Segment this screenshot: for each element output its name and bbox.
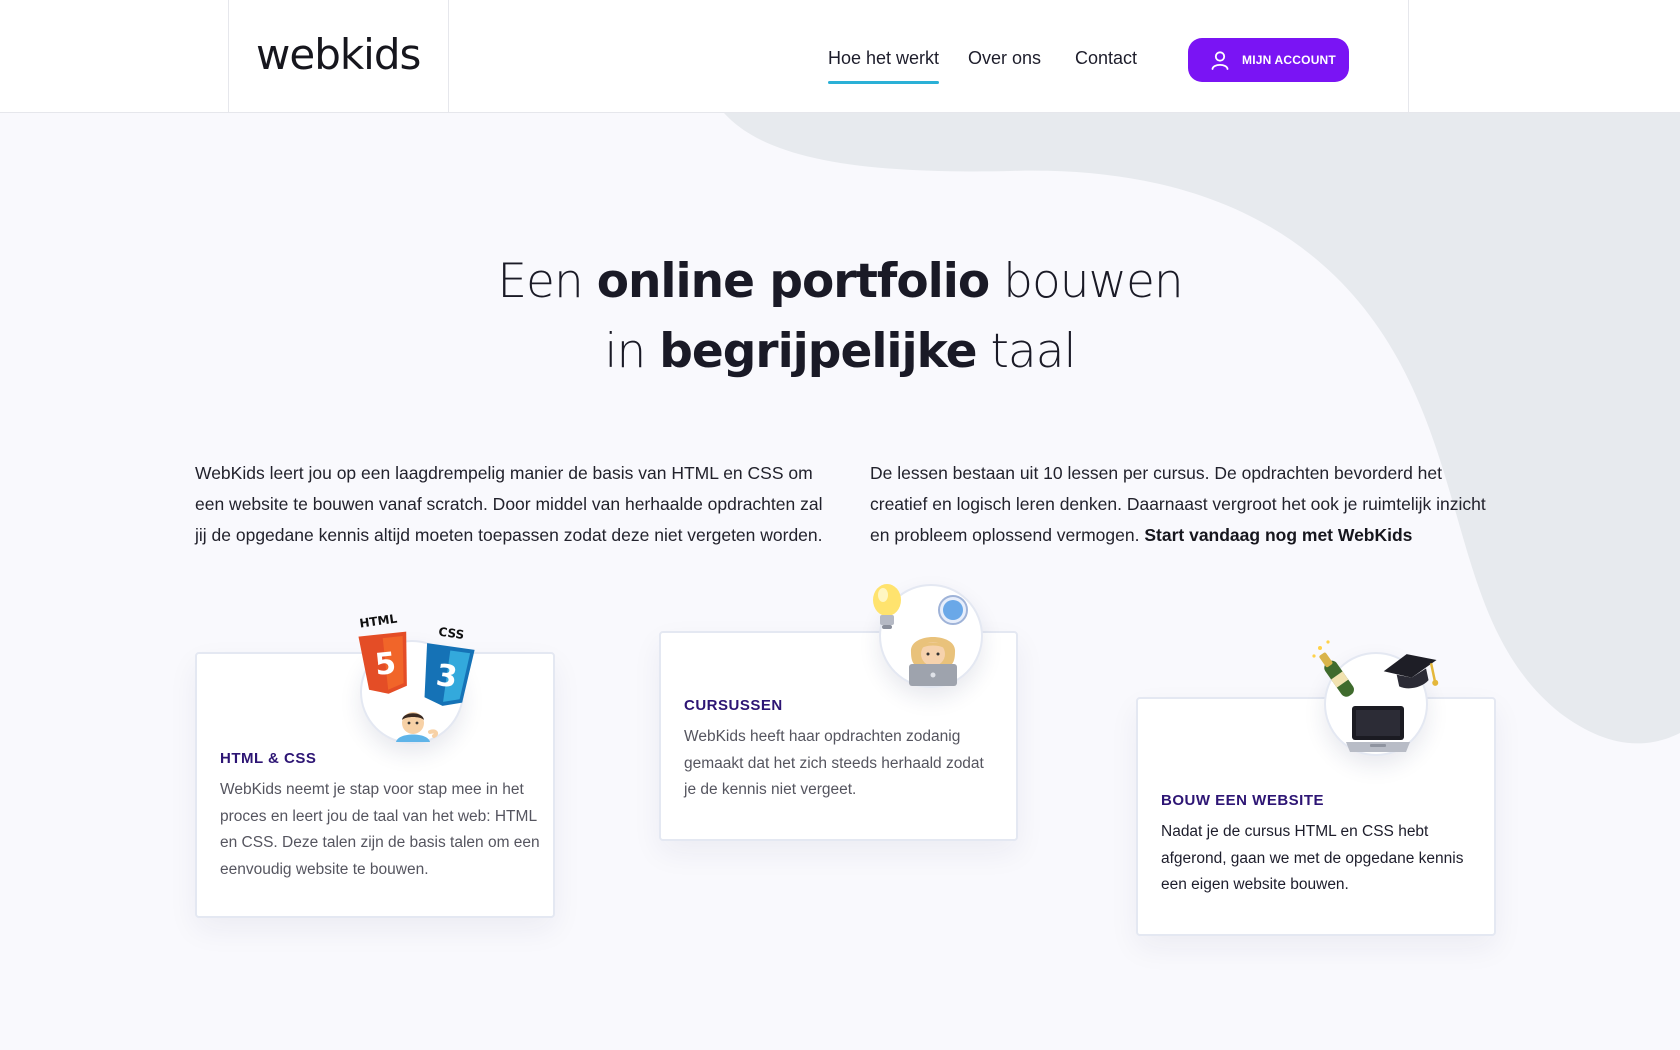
html-css-developer-icon: HTML 5 CSS 3 [358,611,475,744]
hero-text: bouwen [1003,254,1184,309]
nav-item-over-ons[interactable]: Over ons [968,48,1041,69]
intro-cta: Start vandaag nog met WebKids [1144,525,1413,545]
html-css-developer-illustration: HTML 5 CSS 3 [358,611,475,742]
hero-text: taal [990,324,1076,379]
hero-line-1: Een online portfolio bouwen [340,247,1340,317]
hero-line-2: in begrijpelijke taal [340,317,1340,387]
hero-emphasis: online portfolio [596,254,990,309]
intro-paragraph-left: WebKids leert jou op een laagdrempelig m… [195,463,823,545]
site-header: webkids Hoe het werkt Over ons Contact M… [0,0,1680,113]
my-account-button[interactable]: MIJN ACCOUNT [1188,38,1349,82]
user-icon [1211,51,1229,70]
card-title: BOUW EEN WEBSITE [1161,792,1325,809]
hero-text: Een [497,254,583,309]
nav-item-hoe-het-werkt[interactable]: Hoe het werkt [828,48,940,84]
card-text: WebKids heeft haar opdrachten zodanig ge… [684,728,984,798]
graduation-laptop-champagne-icon [1312,640,1439,756]
logo[interactable]: webkids [256,30,421,79]
card-title: CURSUSSEN [684,697,783,714]
logo-cell: webkids [228,0,449,113]
card-text: WebKids neemt je stap voor stap mee in h… [220,781,540,878]
graduation-illustration [1312,640,1439,752]
student-laptop-lightbulb-icon [873,584,983,688]
hero-emphasis: begrijpelijke [659,324,977,379]
nav-item-contact[interactable]: Contact [1075,48,1137,69]
card-text: Nadat je de cursus HTML en CSS hebt afge… [1161,823,1464,893]
my-account-label: MIJN ACCOUNT [1242,53,1336,67]
student-laptop-illustration [873,584,968,686]
hero-text: in [604,324,646,379]
hero-heading: Een online portfolio bouwen in begrijpel… [340,247,1340,387]
intro-paragraph-right: De lessen bestaan uit 10 lessen per curs… [870,458,1490,551]
header-divider [1408,0,1409,113]
svg-text:5: 5 [373,646,397,683]
feature-card-bouw-een-website: BOUW EEN WEBSITE Nadat je de cursus HTML… [1136,697,1496,936]
card-title: HTML & CSS [220,750,317,767]
